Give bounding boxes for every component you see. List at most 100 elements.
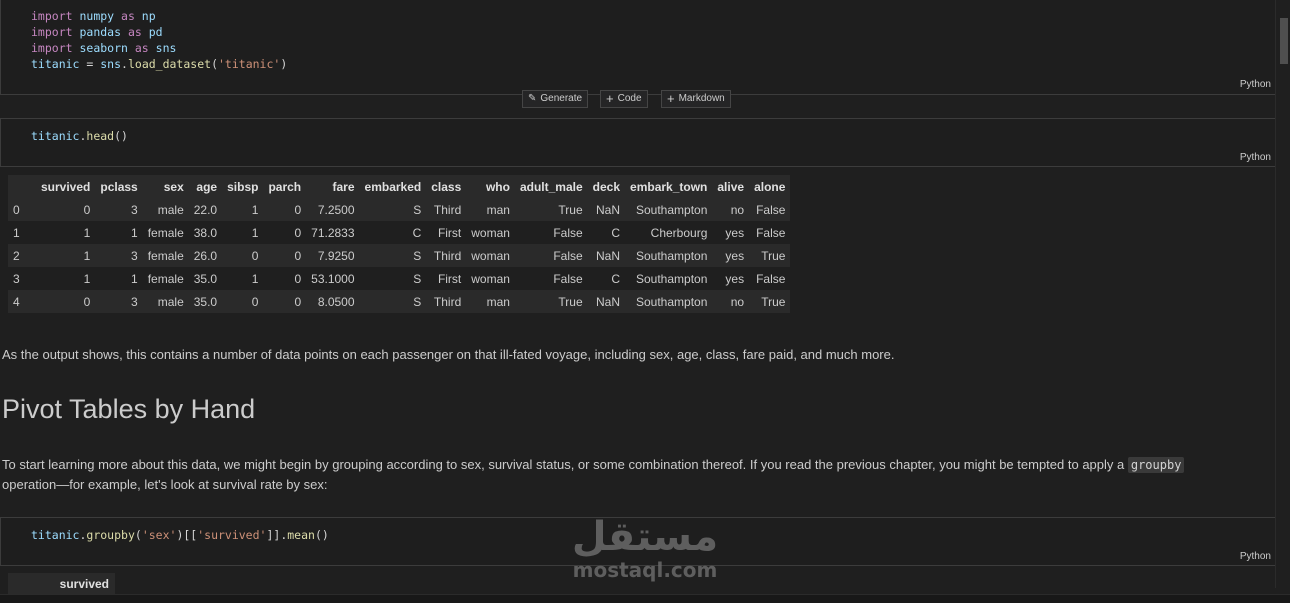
table-cell: 0 [222,244,264,267]
code-token: import [31,9,73,23]
add-code-label: Code [617,93,642,104]
table-cell: 3 [95,244,143,267]
scrollbar-thumb[interactable] [1280,18,1288,64]
table-cell: False [756,271,786,286]
table-cell: 3 [95,198,143,221]
generate-button-label: Generate [540,93,583,104]
column-header: who [485,179,510,194]
table-cell: 1 [251,225,259,240]
sparkle-icon: ✎ [528,93,537,104]
table-cell: Third [426,198,467,221]
paragraph-text: operation—for example, let's look at sur… [2,477,328,492]
table-cell: 3 [95,290,143,313]
code-line: titanic = sns.load_dataset('titanic') [31,56,287,72]
code-token: titanic [31,57,80,71]
code-token: titanic [31,129,80,143]
column-header: class [431,179,462,194]
column-header: deck [592,179,621,194]
table-row: 0 0 3 male 22.0 1 0 7.2500 S Third man True NaN South… [8,198,791,221]
column-header: age [196,179,218,194]
watermark-logo: مستقل mostaql.com [565,514,725,580]
table-cell: C [611,271,621,286]
row-index: 3 [13,271,20,286]
code-line: import pandas as pd [31,24,287,40]
table-cell: 0 [294,271,302,286]
table-cell: False [553,271,583,286]
code-token: 'survived' [197,528,267,542]
column-header: survived [59,577,109,591]
table-cell: 1 [131,225,138,240]
table-cell: 7.2500 [306,198,360,221]
table-cell: NaN [587,290,626,313]
inline-code: groupby [1127,457,1185,473]
code-token: )[[ [176,528,198,542]
table-cell: 35.0 [188,290,223,313]
table-cell: female [147,271,184,286]
code-line: titanic.head() [31,128,128,144]
column-header: parch [268,179,302,194]
code-cell-head[interactable]: titanic.head() Python [0,118,1276,167]
table-cell: 53.1000 [311,271,355,286]
code-token: head [86,129,115,143]
table-cell: 0 [263,290,307,313]
table-cell: yes [725,225,745,240]
table-cell: 0 [294,225,302,240]
table-cell: False [553,225,583,240]
add-markdown-label: Markdown [678,93,725,104]
table-cell: Cherbourg [650,225,708,240]
code-token: import [31,25,73,39]
table-cell: 1 [36,244,96,267]
table-cell: 1 [83,271,91,286]
table-cell: S [359,244,427,267]
table-cell: First [437,225,462,240]
code-editor[interactable]: titanic.groupby('sex')[['survived']].mea… [31,527,329,543]
table-cell: Third [426,290,467,313]
add-markdown-cell-button[interactable]: + Markdown [661,90,731,108]
column-header: pclass [100,179,138,194]
cell-language-label[interactable]: Python [1240,152,1271,163]
plus-icon: + [606,91,614,106]
code-token: load_dataset [127,57,212,71]
table-cell: S [413,271,422,286]
code-editor[interactable]: titanic.head() [31,128,128,144]
column-header: survived [41,179,91,194]
code-token: mean [287,528,315,542]
table-cell: 0 [263,198,307,221]
table-cell: False [749,198,791,221]
table-row: 1 1 1 female 38.0 1 0 71.2833 C First woman False C C… [8,221,790,244]
add-code-cell-button[interactable]: + Code [600,90,648,108]
table-cell: NaN [587,198,626,221]
vertical-scrollbar[interactable] [1275,0,1290,588]
column-header: sibsp [227,179,259,194]
code-cell-imports[interactable]: import numpy as np import pandas as pd imp… [0,0,1276,95]
table-cell: female [142,244,189,267]
table-cell: 1 [131,271,138,286]
table-cell: False [514,244,588,267]
code-token: as [134,41,149,55]
column-header: alive [717,179,745,194]
table-cell: woman [471,225,510,240]
table-cell: no [712,290,750,313]
code-line: titanic.groupby('sex')[['survived']].mea… [31,527,329,543]
cell-language-label[interactable]: Python [1240,551,1271,562]
code-token: () [114,129,128,143]
table-cell: 1 [83,225,91,240]
code-token: sns [148,41,177,55]
table-row: 2 1 3 female 26.0 0 0 7.9250 S Third woman False NaN… [8,244,791,267]
table-cell: 0 [36,290,96,313]
section-heading: Pivot Tables by Hand [2,394,256,424]
row-index: 4 [8,290,36,313]
dataframe-output: survived pclass sex age sibsp parch fare embark… [8,175,791,313]
code-token: np [134,9,156,23]
cell-language-label[interactable]: Python [1240,79,1271,90]
code-token: import [31,41,73,55]
table-cell: yes [712,244,750,267]
markdown-paragraph: As the output shows, this contains a num… [2,347,895,362]
table-cell: True [514,198,588,221]
table-cell: False [756,225,786,240]
table-cell: True [749,244,791,267]
generate-button[interactable]: ✎ Generate [522,90,589,108]
index-header [8,175,36,198]
table-cell: Third [426,244,467,267]
code-editor[interactable]: import numpy as np import pandas as pd imp… [31,8,287,72]
